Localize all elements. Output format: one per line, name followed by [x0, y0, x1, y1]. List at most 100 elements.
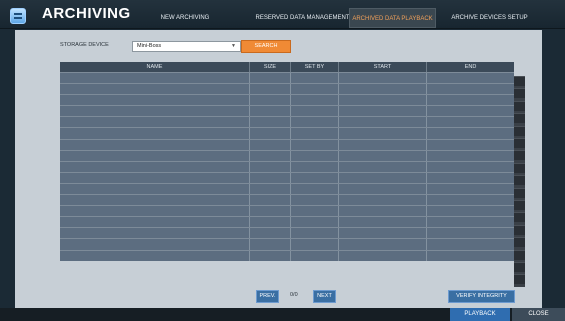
table-cell — [250, 139, 291, 150]
page-title: ARCHIVING — [42, 5, 131, 22]
scrollbar-segment[interactable] — [514, 175, 525, 186]
table-cell — [427, 217, 514, 227]
table-cell — [60, 195, 250, 206]
table-cell — [339, 250, 427, 261]
table-cell — [60, 183, 250, 195]
table-row[interactable] — [60, 149, 514, 161]
table-cell — [427, 251, 514, 261]
table-header: NAME SIZE SET BY START END — [60, 62, 514, 72]
table-row[interactable] — [60, 72, 514, 84]
playback-button[interactable]: PLAYBACK — [450, 308, 510, 321]
scrollbar-segment[interactable] — [514, 224, 525, 235]
table-cell — [339, 217, 427, 228]
table-cell — [427, 173, 514, 183]
column-header-start[interactable]: START — [339, 62, 427, 72]
table-row[interactable] — [60, 227, 514, 239]
table-cell — [60, 172, 250, 183]
prev-button[interactable]: PREV. — [256, 290, 279, 303]
table-cell — [339, 139, 427, 150]
search-button[interactable]: SEARCH — [241, 40, 291, 53]
table-cell — [427, 140, 514, 150]
scrollbar-segment[interactable] — [514, 150, 525, 161]
table-cell — [339, 172, 427, 183]
scrollbar-segment[interactable] — [514, 200, 525, 210]
scrollbar-segment[interactable] — [514, 100, 525, 111]
scrollbar-segment[interactable] — [514, 76, 525, 86]
table-cell — [339, 117, 427, 128]
table-cell — [427, 162, 514, 172]
table-row[interactable] — [60, 94, 514, 106]
table-cell — [60, 84, 250, 95]
table-row[interactable] — [60, 171, 514, 183]
table-cell — [427, 151, 514, 161]
table-row[interactable] — [60, 105, 514, 117]
scrollbar-segment[interactable] — [514, 237, 525, 248]
scrollbar-segment[interactable] — [514, 212, 525, 223]
column-header-set-by[interactable]: SET BY — [291, 62, 339, 72]
table-cell — [60, 106, 250, 117]
table-row[interactable] — [60, 138, 514, 150]
table-cell — [60, 117, 250, 128]
close-button[interactable]: CLOSE — [512, 308, 565, 321]
table-cell — [291, 183, 339, 195]
column-header-size[interactable]: SIZE — [250, 62, 291, 72]
table-cell — [60, 228, 250, 239]
storage-device-select[interactable]: Mini-Boss ▼ — [132, 41, 241, 52]
table-row[interactable] — [60, 194, 514, 206]
table-row[interactable] — [60, 116, 514, 128]
column-header-end[interactable]: END — [427, 62, 514, 72]
tab-new-archiving[interactable]: NEW ARCHIVING — [150, 8, 220, 26]
archive-table: NAME SIZE SET BY START END — [60, 62, 514, 261]
table-row[interactable] — [60, 83, 514, 95]
scrollbar-segment[interactable] — [514, 113, 525, 124]
table-cell — [339, 106, 427, 117]
verify-integrity-button[interactable]: VERIFY INTEGRITY — [448, 290, 515, 303]
table-cell — [339, 150, 427, 161]
next-button[interactable]: NEXT — [313, 290, 336, 303]
table-row[interactable] — [60, 205, 514, 217]
scrollbar-segment[interactable] — [514, 187, 525, 198]
table-row[interactable] — [60, 249, 514, 261]
page-indicator: 0/0 — [290, 292, 298, 298]
table-cell — [250, 206, 291, 217]
table-cell — [427, 117, 514, 127]
scrollbar-segment[interactable] — [514, 162, 525, 173]
tab-reserved-data-management[interactable]: RESERVED DATA MANAGEMENT — [255, 8, 350, 26]
tab-archive-devices-setup[interactable]: ARCHIVE DEVICES SETUP — [447, 8, 532, 26]
tab-archived-data-playback[interactable]: ARCHIVED DATA PLAYBACK — [349, 8, 436, 28]
footer-bar: PLAYBACK CLOSE — [0, 308, 565, 321]
table-cell — [60, 128, 250, 139]
table-cell — [427, 206, 514, 216]
chevron-down-icon: ▼ — [231, 43, 236, 49]
table-cell — [250, 172, 291, 183]
scrollbar-segment[interactable] — [514, 88, 525, 99]
column-header-name[interactable]: NAME — [60, 62, 250, 72]
scrollbar-segment[interactable] — [514, 138, 525, 148]
table-cell — [339, 228, 427, 239]
table-cell — [60, 139, 250, 150]
table-cell — [291, 172, 339, 183]
table-cell — [250, 150, 291, 161]
table-scrollbar[interactable] — [514, 76, 525, 287]
table-cell — [427, 128, 514, 138]
table-row[interactable] — [60, 238, 514, 250]
table-cell — [291, 161, 339, 172]
table-cell — [339, 195, 427, 206]
scrollbar-segment[interactable] — [514, 274, 525, 285]
table-row[interactable] — [60, 127, 514, 139]
table-cell — [339, 73, 427, 84]
table-cell — [250, 250, 291, 261]
table-cell — [60, 73, 250, 84]
table-row[interactable] — [60, 182, 514, 195]
table-row[interactable] — [60, 160, 514, 172]
table-cell — [291, 150, 339, 161]
table-cell — [427, 84, 514, 94]
table-row[interactable] — [60, 216, 514, 228]
table-cell — [427, 73, 514, 83]
table-cell — [291, 206, 339, 217]
table-cell — [339, 95, 427, 106]
scrollbar-segment[interactable] — [514, 249, 525, 260]
table-cell — [291, 73, 339, 84]
scrollbar-segment[interactable] — [514, 125, 525, 136]
scrollbar-segment[interactable] — [514, 262, 525, 272]
